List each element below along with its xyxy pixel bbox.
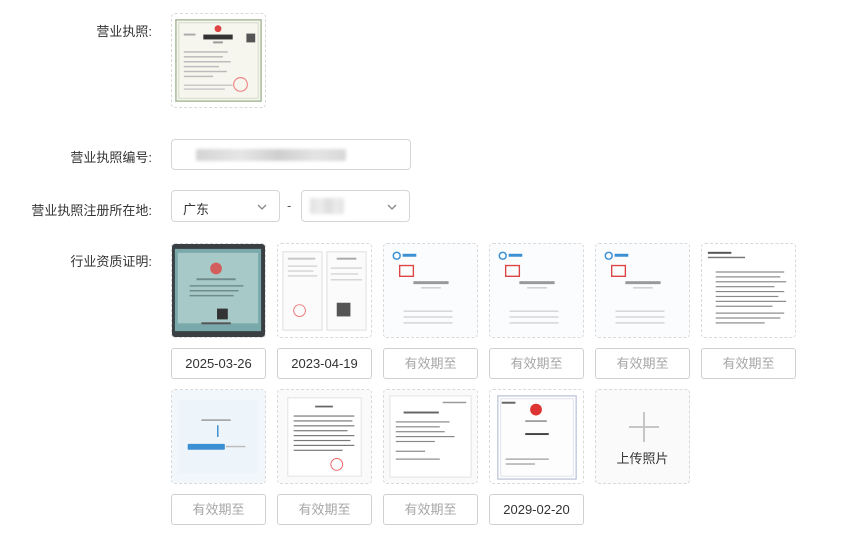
qualification-image-5[interactable] bbox=[595, 243, 690, 338]
upload-photo-label: 上传照片 bbox=[616, 451, 669, 466]
valid-until-date[interactable]: 2025-03-26 bbox=[171, 348, 266, 379]
valid-until-date[interactable]: 有效期至 bbox=[489, 348, 584, 379]
document-thumbnail bbox=[282, 251, 367, 331]
redacted-city-value bbox=[310, 198, 344, 214]
chevron-down-icon bbox=[387, 204, 397, 210]
qualification-image-8[interactable] bbox=[277, 389, 372, 484]
location-separator: - bbox=[287, 198, 292, 213]
province-value: 广东 bbox=[183, 202, 210, 217]
qualification-image-10[interactable] bbox=[489, 389, 584, 484]
license-number-input[interactable] bbox=[171, 139, 411, 170]
license-number-label: 营业执照编号: bbox=[70, 150, 152, 165]
screenshot-thumbnail bbox=[172, 390, 265, 483]
qualification-image-9[interactable] bbox=[383, 389, 478, 484]
qualification-image-7[interactable] bbox=[171, 389, 266, 484]
plus-icon-vertical bbox=[643, 412, 645, 442]
qualification-image-4[interactable] bbox=[489, 243, 584, 338]
inspection-report-thumbnail bbox=[490, 244, 583, 337]
valid-until-date[interactable]: 有效期至 bbox=[383, 348, 478, 379]
valid-until-date[interactable]: 有效期至 bbox=[595, 348, 690, 379]
valid-until-date[interactable]: 2023-04-19 bbox=[277, 348, 372, 379]
valid-until-date[interactable]: 有效期至 bbox=[701, 348, 796, 379]
certificate-thumbnail bbox=[490, 390, 583, 483]
inspection-report-thumbnail bbox=[596, 244, 689, 337]
valid-until-date[interactable]: 有效期至 bbox=[171, 494, 266, 525]
qualification-image-3[interactable] bbox=[383, 243, 478, 338]
qualification-image-6[interactable] bbox=[701, 243, 796, 338]
business-license-image[interactable] bbox=[171, 13, 266, 108]
qualification-image-1[interactable] bbox=[171, 243, 266, 338]
city-select[interactable] bbox=[301, 190, 410, 222]
redacted-license-number bbox=[196, 149, 346, 161]
qualification-image-2[interactable] bbox=[277, 243, 372, 338]
location-label: 营业执照注册所在地: bbox=[31, 203, 152, 218]
valid-until-date[interactable]: 有效期至 bbox=[277, 494, 372, 525]
province-select[interactable]: 广东 bbox=[171, 190, 280, 222]
chevron-down-icon bbox=[257, 204, 267, 210]
qualification-label: 行业资质证明: bbox=[70, 254, 152, 269]
text-document-thumbnail bbox=[278, 390, 371, 483]
business-license-thumbnail bbox=[175, 19, 262, 102]
inspection-report-thumbnail bbox=[384, 244, 477, 337]
upload-photo-button[interactable]: 上传照片 bbox=[595, 389, 690, 484]
business-license-label: 营业执照: bbox=[96, 24, 152, 39]
text-document-thumbnail bbox=[384, 390, 477, 483]
valid-until-date[interactable]: 有效期至 bbox=[383, 494, 478, 525]
certificate-photo-thumbnail bbox=[172, 244, 265, 337]
text-document-thumbnail bbox=[702, 244, 795, 337]
valid-until-date[interactable]: 2029-02-20 bbox=[489, 494, 584, 525]
